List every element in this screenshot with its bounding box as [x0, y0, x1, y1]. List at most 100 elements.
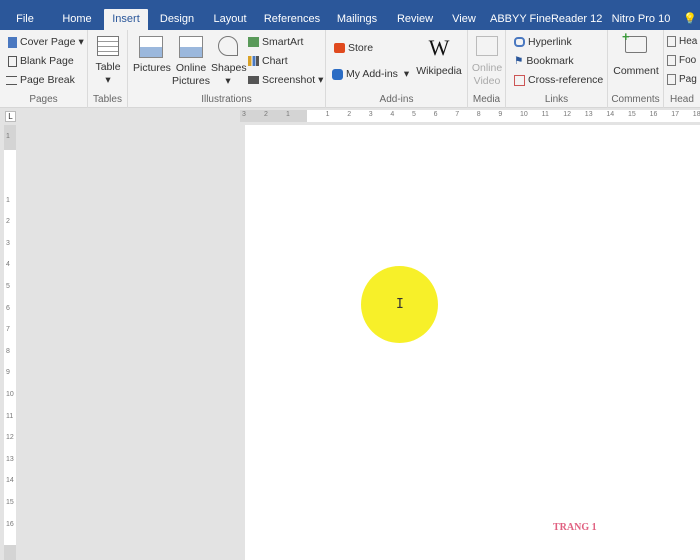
ruler-number: 1 — [325, 111, 330, 118]
tell-me-icon[interactable]: 💡 — [682, 9, 698, 30]
group-addins: Store My Add-ins ▾ W Wikipedia Add-ins — [326, 30, 468, 108]
bookmark-button[interactable]: ⚑ Bookmark — [514, 55, 574, 67]
wikipedia-button[interactable]: W Wikipedia — [414, 36, 464, 78]
vertical-ruler[interactable]: 1 1 2 3 4 5 6 7 8 9 10 11 12 13 14 15 16 — [4, 125, 16, 560]
header-button[interactable]: Hea — [667, 36, 697, 47]
tab-layout[interactable]: Layout — [208, 9, 252, 30]
ruler-number: 9 — [498, 111, 503, 118]
tab-nitro-pro-10[interactable]: Nitro Pro 10 — [606, 9, 676, 30]
online-pictures-button[interactable]: Online Pictures — [172, 36, 210, 88]
header-icon — [667, 36, 676, 47]
shapes-icon — [218, 36, 238, 56]
tab-design[interactable]: Design — [155, 9, 199, 30]
ruler-number: 11 — [6, 412, 14, 420]
tab-selector[interactable]: L — [5, 111, 16, 122]
tab-insert[interactable]: Insert — [104, 9, 148, 30]
table-icon — [97, 36, 119, 56]
ruler-number: 5 — [412, 111, 416, 118]
tab-mailings[interactable]: Mailings — [330, 9, 384, 30]
table-button[interactable]: Table ▾ — [94, 36, 122, 87]
smartart-button[interactable]: SmartArt — [248, 36, 303, 48]
ruler-number: 10 — [520, 111, 528, 118]
chart-button[interactable]: Chart — [248, 55, 288, 67]
shapes-button[interactable]: Shapes ▾ — [211, 36, 247, 88]
ruler-number: 3 — [6, 239, 10, 247]
page-number-button[interactable]: Pag — [667, 74, 697, 85]
online-video-icon — [476, 36, 498, 56]
pictures-button[interactable]: Pictures — [133, 36, 171, 75]
cross-reference-icon — [514, 74, 525, 86]
group-label: Illustrations — [201, 94, 252, 105]
cover-page-icon — [8, 36, 17, 48]
ruler-number: 1 — [286, 111, 290, 118]
ruler-number: 9 — [6, 369, 10, 377]
tab-home[interactable]: Home — [55, 9, 99, 30]
blank-page-button[interactable]: Blank Page — [8, 55, 74, 67]
title-bar — [0, 0, 700, 9]
wikipedia-icon: W — [428, 35, 450, 60]
ruler-number: 16 — [649, 111, 658, 118]
page-break-button[interactable]: Page Break — [6, 74, 75, 86]
store-icon — [334, 43, 345, 53]
group-label: Comments — [611, 94, 660, 105]
cross-reference-button[interactable]: Cross-reference — [514, 74, 603, 86]
group-label: Head — [670, 94, 694, 105]
ruler-number: 12 — [563, 111, 571, 118]
comment-icon: + — [622, 30, 647, 53]
tab-file[interactable]: File — [6, 9, 44, 30]
group-label: Media — [472, 94, 501, 105]
my-addins-button[interactable]: My Add-ins ▾ — [332, 68, 409, 80]
screenshot-icon — [248, 76, 259, 84]
ruler-number: 11 — [541, 111, 549, 118]
ruler-number: 17 — [671, 111, 679, 118]
hyperlink-icon — [514, 37, 525, 47]
ruler-number: 8 — [476, 111, 481, 118]
tab-references[interactable]: References — [262, 9, 322, 30]
blank-page-icon — [8, 55, 17, 67]
ruler-number: 12 — [6, 434, 14, 442]
tab-abbyy-finereader-12[interactable]: ABBYY FineReader 12 — [490, 9, 602, 30]
page-footer: TRANG 1 — [553, 522, 597, 533]
group-pages: Cover Page ▾ Blank Page Page Break Pages — [0, 30, 88, 108]
hyperlink-button[interactable]: Hyperlink — [514, 36, 572, 48]
group-links: Hyperlink ⚑ Bookmark Cross-reference Link… — [506, 30, 608, 108]
ruler-number: 8 — [6, 347, 10, 355]
text-cursor-icon: I — [396, 297, 404, 312]
ruler-number: 16 — [6, 520, 14, 528]
dropdown-icon: ▾ — [400, 68, 410, 80]
store-button[interactable]: Store — [334, 42, 373, 54]
ruler-number: 3 — [242, 111, 246, 118]
ruler-number: 13 — [584, 111, 593, 118]
ruler-number: 4 — [6, 261, 10, 269]
ruler-number: 15 — [6, 499, 14, 506]
dropdown-icon: ▾ — [225, 75, 231, 87]
ruler-number: 6 — [433, 111, 438, 118]
screenshot-button[interactable]: Screenshot ▾ — [248, 74, 323, 86]
ruler-number: 10 — [6, 391, 14, 398]
ruler-number: 2 — [6, 218, 10, 226]
bookmark-icon: ⚑ — [514, 55, 524, 67]
ruler-number: 1 — [6, 196, 10, 204]
group-label: Add-ins — [379, 94, 414, 105]
document-page[interactable] — [245, 125, 700, 560]
group-label: Links — [544, 94, 569, 105]
cover-page-button[interactable]: Cover Page ▾ — [8, 36, 84, 48]
tab-view[interactable]: View — [448, 9, 480, 30]
ruler-number: 2 — [347, 111, 352, 118]
ruler-number: 5 — [6, 283, 10, 290]
ruler-number: 2 — [264, 111, 268, 118]
tab-review[interactable]: Review — [393, 9, 437, 30]
dropdown-icon: ▾ — [318, 74, 324, 86]
ruler-number: 14 — [6, 477, 14, 485]
pictures-icon — [139, 36, 163, 58]
ruler-number: 6 — [6, 304, 10, 312]
comment-button[interactable]: + Comment — [612, 30, 660, 78]
horizontal-ruler[interactable]: 3 2 1 1 2 3 4 5 6 7 8 9 10 11 12 13 14 15 16 17 18 — [240, 110, 700, 122]
dropdown-icon: ▾ — [105, 74, 111, 86]
ruler-number: 3 — [368, 111, 373, 118]
ribbon: Cover Page ▾ Blank Page Page Break Pages … — [0, 30, 700, 108]
ruler-number: 4 — [390, 111, 395, 118]
ribbon-tabs: File Home Insert Design Layout References Mail… — [0, 9, 700, 30]
footer-button[interactable]: Foo — [667, 55, 696, 66]
online-video-button[interactable]: Online Video — [471, 36, 503, 88]
